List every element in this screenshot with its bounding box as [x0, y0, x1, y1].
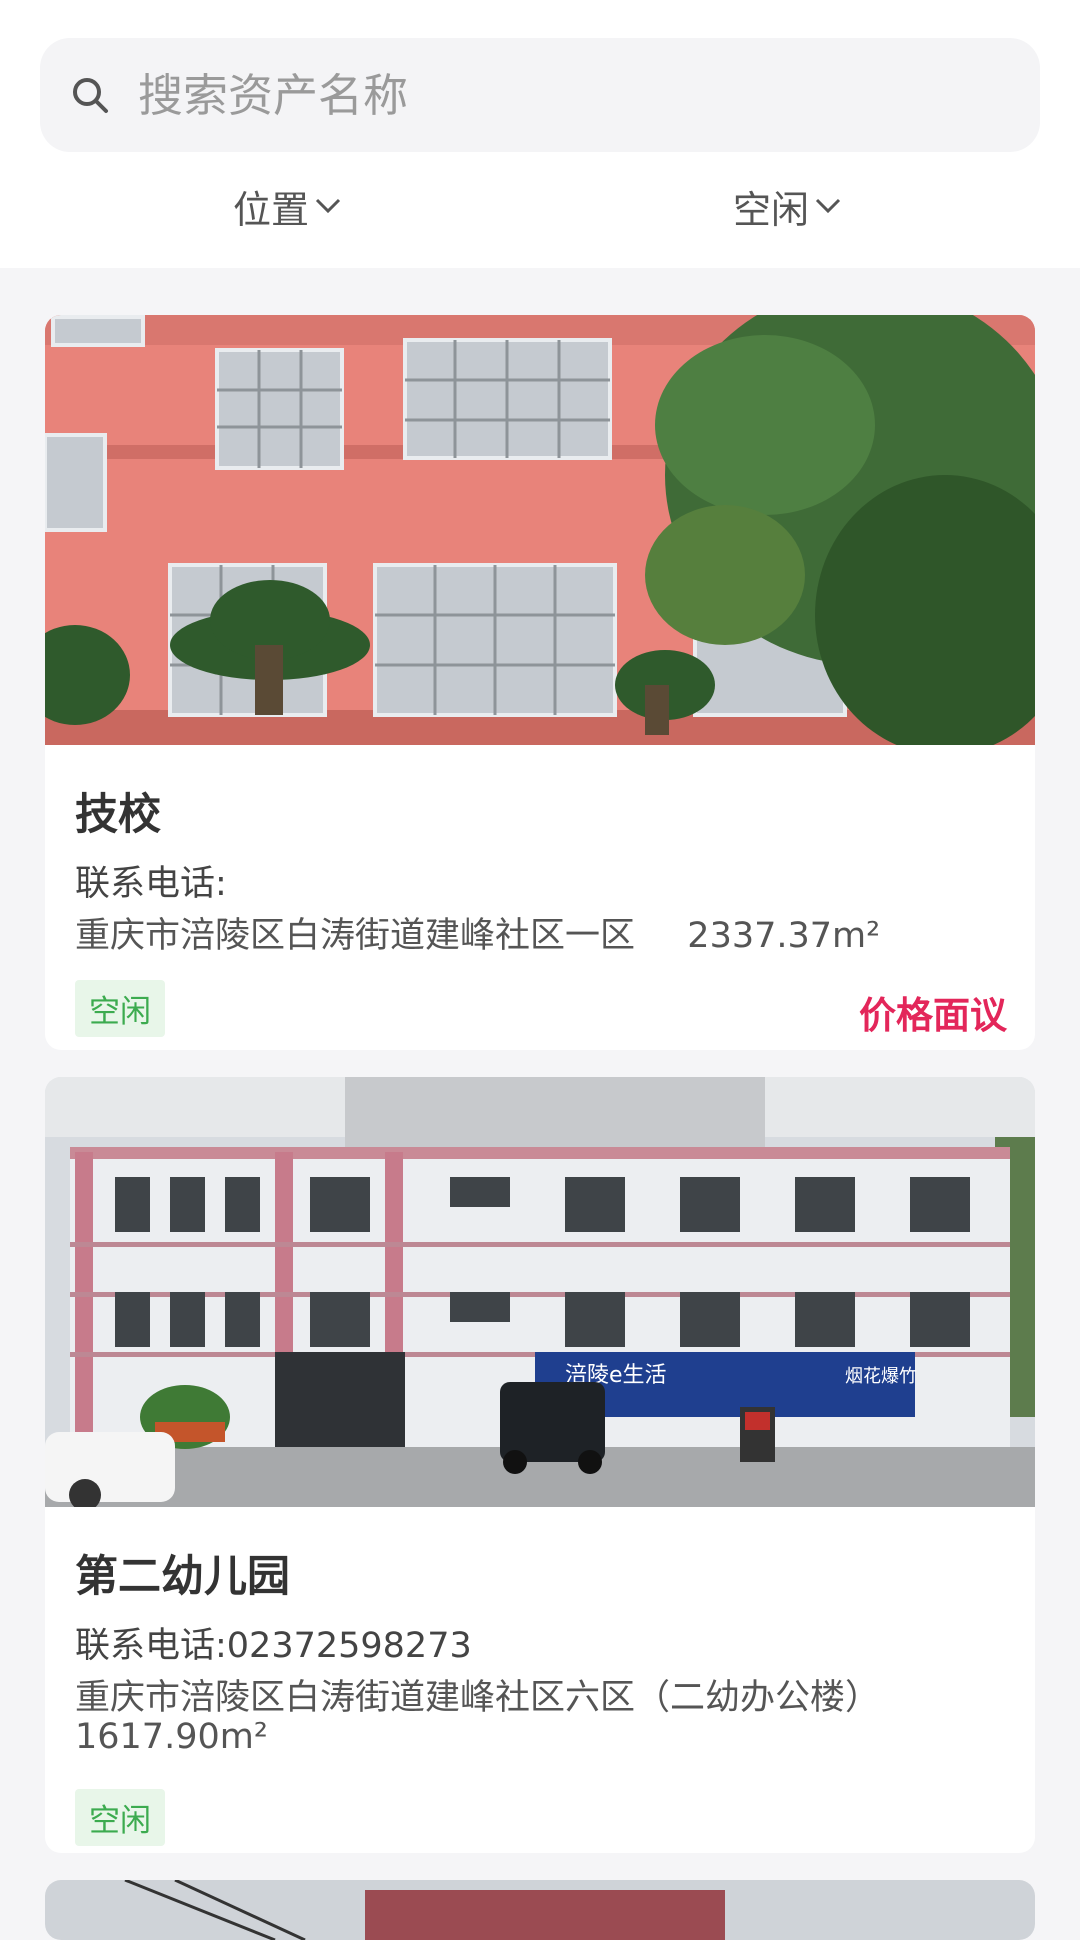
area-text: 2337.37m² [687, 916, 881, 956]
listing-card[interactable]: 涪陵e生活 烟花爆竹 第二幼儿园 联系电话:02372598273 重庆市涪陵区… [45, 1077, 1035, 1853]
listing-phone: 联系电话: [75, 864, 227, 904]
listing-photo [45, 315, 1035, 745]
status-filter[interactable]: 空闲 [733, 176, 841, 236]
search-input[interactable] [136, 67, 1000, 123]
listing-address: 重庆市涪陵区白涛街道建峰社区一区 2337.37m² [75, 907, 880, 958]
chevron-down-icon [315, 198, 341, 214]
search-bar[interactable] [40, 38, 1040, 152]
search-icon [73, 78, 108, 113]
location-filter[interactable]: 位置 [233, 176, 341, 236]
listing-area: 1617.90m² [75, 1717, 268, 1757]
listing-phone: 联系电话:02372598273 [75, 1626, 472, 1666]
status-filter-label: 空闲 [733, 187, 810, 232]
price-text: 价格面议 [859, 994, 1007, 1037]
listing-card[interactable] [45, 1880, 1035, 1940]
storefront-sign-text-2: 烟花爆竹 [845, 1366, 917, 1387]
location-filter-label: 位置 [233, 187, 310, 232]
listing-photo: 涪陵e生活 烟花爆竹 [45, 1077, 1035, 1507]
listing-title: 第二幼儿园 [75, 1552, 290, 1602]
listing-address: 重庆市涪陵区白涛街道建峰社区六区（二幼办公楼） [75, 1678, 881, 1718]
building-photo [45, 315, 1035, 745]
filter-header: 位置 空闲 [0, 0, 1080, 268]
chevron-down-icon [815, 198, 841, 214]
status-badge: 空闲 [75, 980, 165, 1037]
status-badge: 空闲 [75, 1789, 165, 1846]
listing-card[interactable]: 技校 联系电话: 重庆市涪陵区白涛街道建峰社区一区 2337.37m² 空闲 价… [45, 315, 1035, 1050]
listing-title: 技校 [75, 790, 161, 840]
address-text: 重庆市涪陵区白涛街道建峰社区一区 [75, 916, 636, 956]
building-photo [45, 1880, 1035, 1940]
building-photo: 涪陵e生活 烟花爆竹 [45, 1077, 1035, 1507]
